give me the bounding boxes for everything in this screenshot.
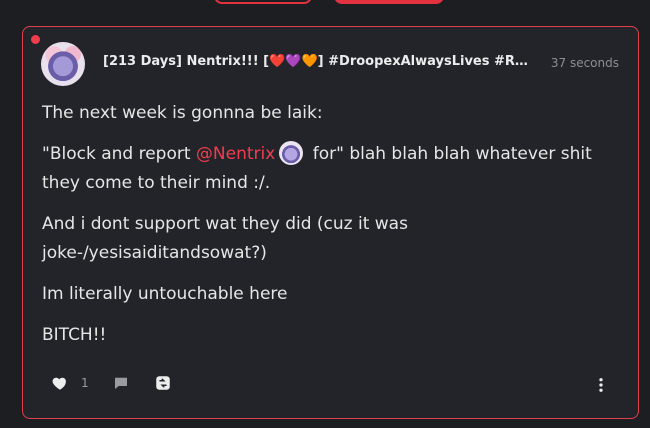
share-icon[interactable] [154, 374, 172, 392]
more-vertical-icon[interactable] [592, 376, 610, 394]
like-button[interactable]: 1 [51, 374, 105, 392]
post-paragraph-3: And i dont support wat they did (cuz it … [42, 214, 408, 263]
post-card: [213 Days] Nentrix!!! [❤️💜🧡] #DroopexAlw… [22, 26, 639, 419]
top-button-filled[interactable] [334, 0, 444, 4]
online-indicator [31, 35, 40, 44]
comment-icon[interactable] [112, 374, 130, 392]
post-paragraph-5: BITCH!! [42, 325, 107, 345]
post-paragraph-2: "Block and report @Nentrix for" blah bla… [42, 140, 622, 198]
post-paragraph-4: Im literally untouchable here [42, 284, 288, 304]
post-timestamp: 37 seconds [550, 56, 619, 70]
heart-icon [52, 377, 66, 390]
post-username[interactable]: [213 Days] Nentrix!!! [❤️💜🧡] #DroopexAlw… [103, 54, 533, 69]
mention-avatar [279, 141, 304, 165]
like-count: 1 [81, 376, 89, 390]
post-paragraph-1: The next week is gonnna be laik: [42, 103, 323, 123]
post-actions: 1 [51, 374, 172, 392]
post-content: The next week is gonnna be laik: "Block … [42, 99, 622, 362]
top-button-outline[interactable] [214, 0, 312, 4]
avatar[interactable] [41, 42, 85, 86]
user-mention[interactable]: @Nentrix [196, 144, 275, 164]
paragraph-2-text-before: "Block and report [42, 144, 196, 164]
